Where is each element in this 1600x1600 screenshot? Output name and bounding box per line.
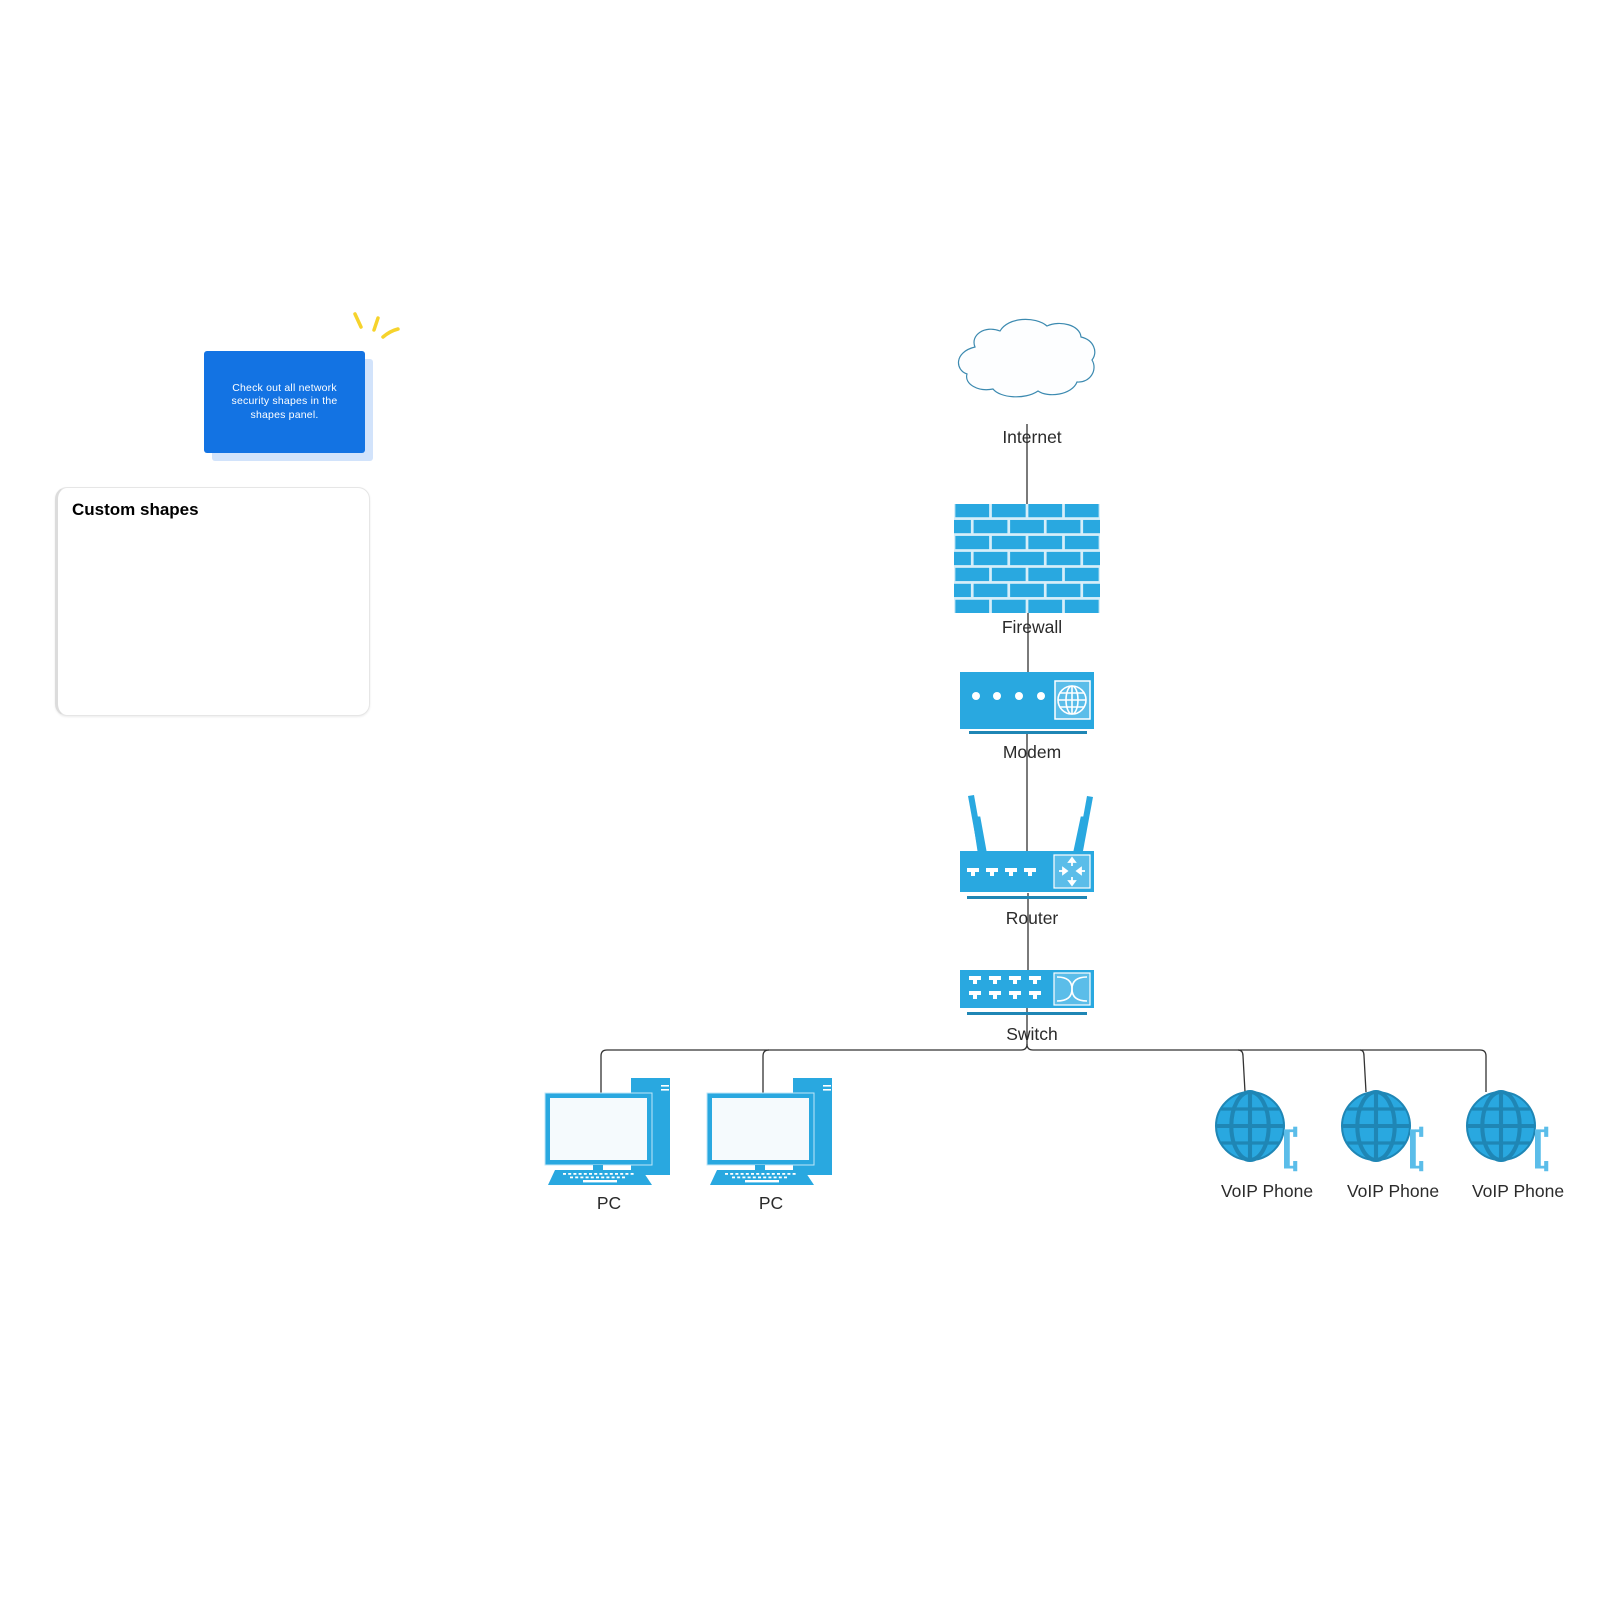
diagram-canvas (78, 312, 1549, 1185)
firewall-node[interactable] (954, 504, 1100, 613)
panel-title: Custom shapes (72, 500, 199, 519)
router-label: Router (1005, 908, 1059, 928)
custom-shapes-panel: Custom shapes (55, 487, 370, 716)
firewall-label: Firewall (1001, 617, 1063, 637)
sticky-note-text: Check out all network security shapes in… (231, 381, 338, 421)
cloud-icon (958, 318, 1096, 398)
pc-node[interactable] (544, 1078, 670, 1185)
voip-phone-icon (1465, 1089, 1549, 1172)
edge-switch-phone-2[interactable] (1238, 1049, 1367, 1093)
edge-switch-phone-1[interactable] (1026, 1043, 1246, 1093)
handset-icon (1284, 1126, 1298, 1172)
voip-phone-label: VoIP Phone (1346, 1181, 1440, 1201)
voip-phone-node[interactable] (1340, 1089, 1424, 1172)
voip-phone-icon (1214, 1089, 1298, 1172)
globe-glyph (1057, 685, 1087, 715)
handset-icon (1410, 1126, 1424, 1172)
voip-phone-label: VoIP Phone (1471, 1181, 1565, 1201)
switch-label: Switch (1006, 1024, 1058, 1044)
pc-icon (544, 1078, 670, 1185)
modem-label: Modem (1002, 742, 1062, 762)
modem-icon (960, 672, 1094, 734)
pc-label: PC (758, 1193, 784, 1213)
firewall-icon (954, 504, 1100, 613)
edge-switch-phone-3[interactable] (1360, 1049, 1487, 1092)
modem-node[interactable] (960, 672, 1094, 734)
sparkle-decoration (353, 312, 400, 339)
pc-label: PC (596, 1193, 622, 1213)
voip-phone-node[interactable] (1465, 1089, 1549, 1172)
pc-icon (706, 1078, 832, 1185)
voip-phone-label: VoIP Phone (1220, 1181, 1314, 1201)
voip-phone-icon (1340, 1089, 1424, 1172)
voip-phone-node[interactable] (1214, 1089, 1298, 1172)
sticky-note[interactable]: Check out all network security shapes in… (204, 351, 365, 453)
edge-switch-pc-2[interactable] (762, 1049, 770, 1094)
internet-label: Internet (1002, 427, 1062, 447)
pc-node[interactable] (706, 1078, 832, 1185)
internet-node[interactable] (958, 318, 1096, 398)
handset-icon (1535, 1126, 1549, 1172)
